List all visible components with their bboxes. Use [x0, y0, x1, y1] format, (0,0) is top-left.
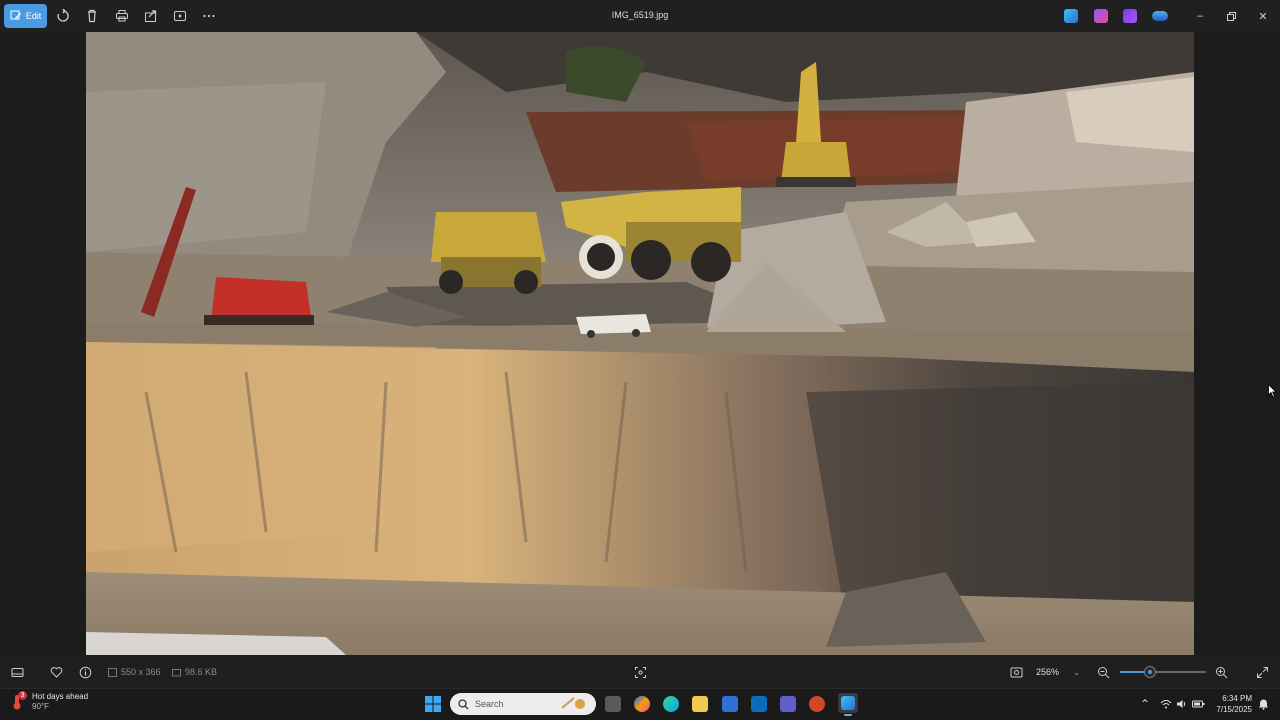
copilot-taskbar-icon[interactable] — [634, 696, 650, 712]
zoom-out-icon[interactable] — [1095, 664, 1111, 680]
zoom-in-icon[interactable] — [1213, 664, 1229, 680]
search-highlight-icon — [560, 696, 588, 712]
close-icon[interactable]: ✕ — [1255, 8, 1271, 24]
zoom-slider-thumb[interactable] — [1144, 666, 1157, 678]
thermometer-icon: 3 — [8, 691, 27, 711]
print-icon[interactable] — [114, 8, 130, 24]
system-clock[interactable]: 6:34 PM 7/15/2025 — [1212, 693, 1252, 715]
clipchamp-icon[interactable] — [1094, 9, 1108, 23]
wifi-icon[interactable] — [1159, 697, 1173, 711]
clock-time: 6:34 PM — [1222, 694, 1252, 703]
search-icon — [458, 698, 469, 709]
chevron-down-icon: ⌄ — [1073, 667, 1080, 677]
mouse-cursor-icon — [1268, 384, 1277, 398]
dimensions-text: 550 x 366 — [121, 667, 161, 677]
edge-icon[interactable] — [663, 696, 679, 712]
weather-temp: 90°F — [32, 702, 49, 711]
taskbar-search[interactable]: Search — [450, 693, 596, 715]
start-icon[interactable] — [425, 696, 441, 712]
window-title: IMG_6519.jpg — [611, 10, 669, 20]
file-size-icon — [172, 668, 181, 676]
store-icon[interactable] — [722, 696, 738, 712]
chevron-up-icon[interactable]: ⌃ — [1138, 697, 1152, 711]
edit-button[interactable]: Edit — [4, 4, 47, 28]
slideshow-icon[interactable] — [172, 8, 188, 24]
weather-title: Hot days ahead — [32, 692, 89, 701]
image-dimensions: 550 x 366 — [108, 667, 161, 677]
outlook-icon[interactable] — [751, 696, 767, 712]
weather-widget[interactable]: 3 Hot days ahead 90°F — [8, 691, 89, 712]
share-icon[interactable] — [143, 8, 159, 24]
dimensions-icon — [108, 667, 117, 677]
task-view-icon[interactable] — [605, 696, 621, 712]
clock-date: 7/15/2025 — [1216, 705, 1252, 714]
info-icon[interactable] — [77, 664, 93, 680]
search-placeholder: Search — [475, 699, 504, 709]
restore-icon[interactable] — [1223, 8, 1239, 24]
actual-size-icon[interactable] — [1008, 664, 1024, 680]
notification-bell-icon[interactable] — [1256, 697, 1270, 711]
copilot-icon[interactable] — [1123, 9, 1137, 23]
file-size: 98.6 KB — [172, 667, 217, 677]
edit-icon — [10, 10, 21, 20]
filmstrip-icon[interactable] — [9, 664, 25, 680]
mine-photo — [86, 32, 1194, 655]
file-explorer-icon[interactable] — [692, 696, 708, 712]
zoom-value: 256% — [1036, 667, 1060, 677]
onedrive-icon[interactable] — [1152, 11, 1168, 21]
designer-icon[interactable] — [1064, 9, 1078, 23]
crop-frame-icon[interactable] — [632, 664, 648, 680]
battery-icon[interactable] — [1191, 697, 1205, 711]
minimize-icon[interactable]: – — [1192, 8, 1208, 24]
favorite-icon[interactable] — [48, 664, 64, 680]
weather-badge: 3 — [18, 691, 27, 700]
zoom-dropdown[interactable]: 256% ⌄ — [1030, 662, 1086, 682]
more-icon[interactable] — [201, 8, 217, 24]
edit-label: Edit — [25, 11, 42, 21]
photos-taskbar-icon[interactable] — [838, 693, 858, 716]
powerpoint-icon[interactable] — [809, 696, 825, 712]
teams-icon[interactable] — [780, 696, 796, 712]
volume-icon[interactable] — [1175, 697, 1189, 711]
file-size-text: 98.6 KB — [185, 667, 218, 677]
photo-viewport[interactable] — [86, 32, 1194, 655]
delete-icon[interactable] — [84, 8, 100, 24]
rotate-icon[interactable] — [55, 8, 71, 24]
fullscreen-icon[interactable] — [1254, 664, 1270, 680]
